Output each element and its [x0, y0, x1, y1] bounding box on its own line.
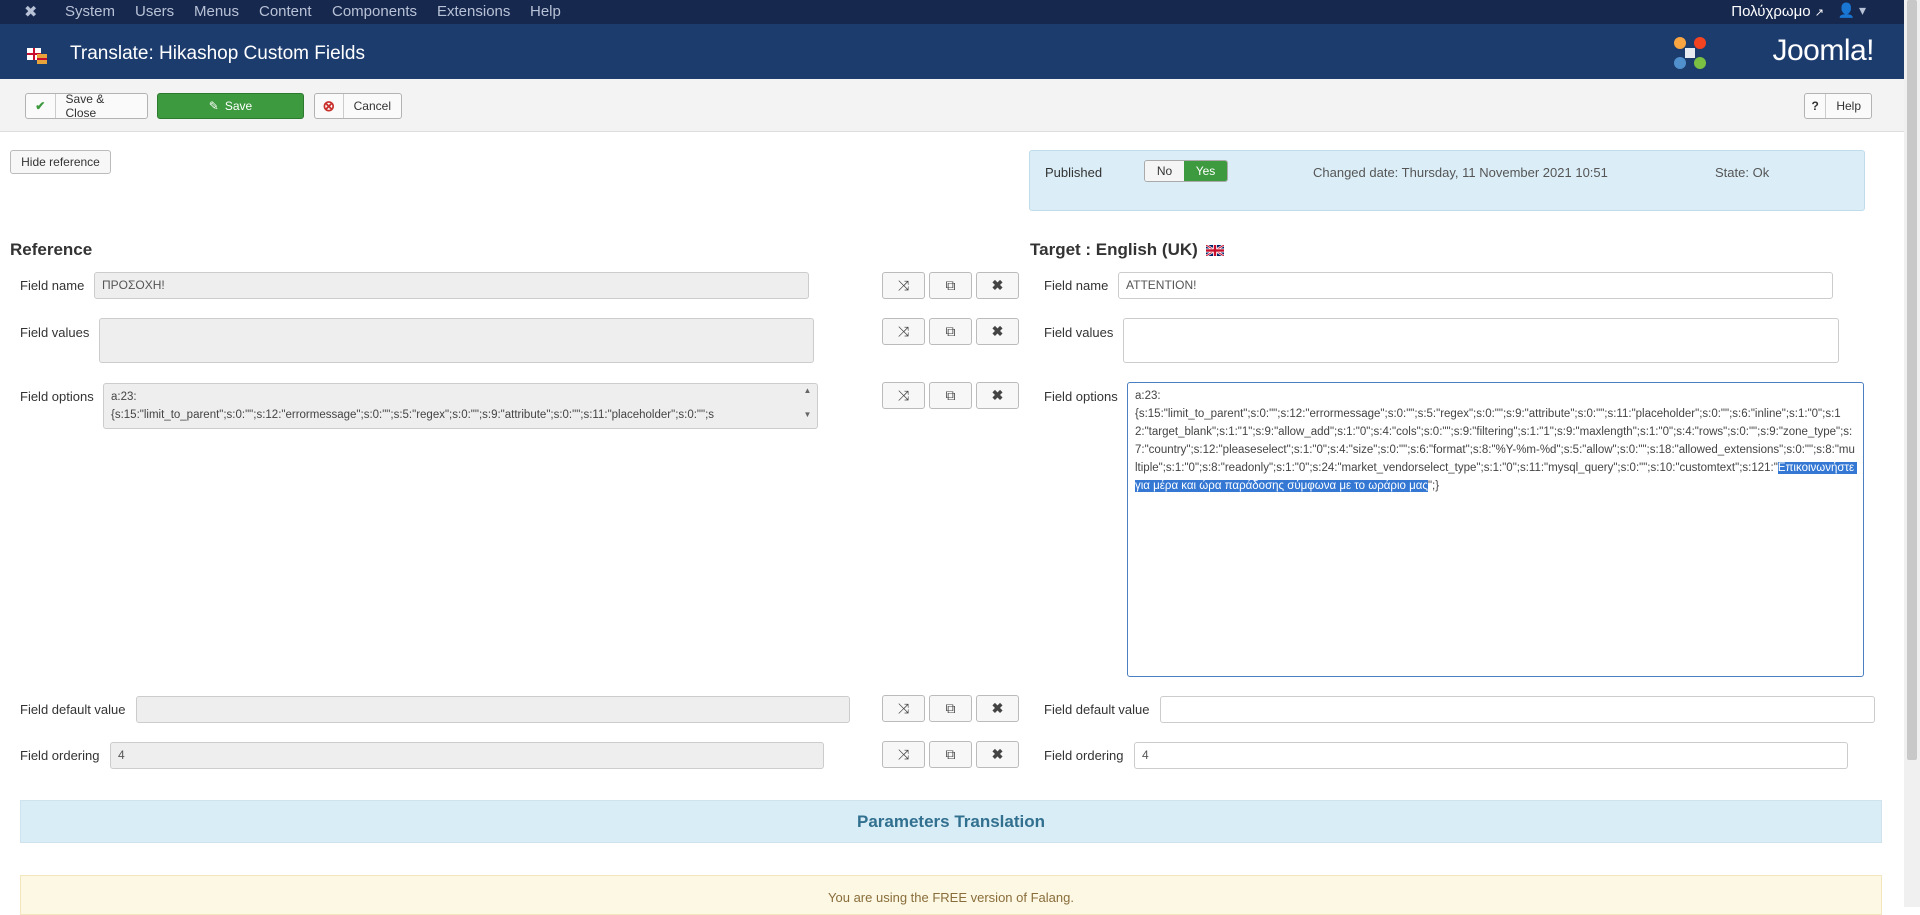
ref-field-values-label: Field values	[20, 325, 90, 340]
copy-icon: ⧉	[945, 387, 956, 403]
help-button[interactable]: ? Help	[1804, 93, 1872, 119]
published-label: Published	[1045, 165, 1103, 180]
save-close-label: Save & Close	[65, 92, 105, 120]
copy-icon: ⧉	[945, 746, 956, 762]
translate-button[interactable]: ⤨	[882, 695, 925, 722]
menu-content[interactable]: Content	[259, 3, 312, 20]
target-field-values-label: Field values	[1044, 325, 1114, 340]
ref-field-ordering-label: Field ordering	[20, 748, 100, 763]
menu-system[interactable]: System	[65, 3, 115, 20]
target-field-values-textarea[interactable]	[1123, 318, 1839, 363]
ref-field-ordering-input: 4	[110, 742, 824, 769]
copy-button[interactable]: ⧉	[929, 382, 972, 409]
site-link[interactable]: Πολύχρωμο ↗	[1731, 3, 1824, 20]
ref-options-scrollbar[interactable]: ▲ ▼	[800, 385, 815, 427]
menu-users[interactable]: Users	[135, 3, 174, 20]
target-field-name-label: Field name	[1044, 278, 1109, 293]
clear-button[interactable]: ✖	[976, 318, 1019, 345]
page-title: Translate: Hikashop Custom Fields	[70, 43, 365, 64]
reference-heading: Reference	[10, 240, 93, 259]
status-panel: Published No Yes Changed date: Thursday,…	[1029, 150, 1865, 211]
x-icon: ✖	[991, 387, 1004, 403]
changed-date: Changed date: Thursday, 11 November 2021…	[1313, 165, 1608, 180]
target-field-default-input[interactable]	[1160, 696, 1875, 723]
cancel-icon: ⊗	[315, 94, 344, 118]
translate-button[interactable]: ⤨	[882, 741, 925, 768]
falang-flag-icon	[25, 44, 49, 66]
x-icon: ✖	[991, 323, 1004, 339]
ref-field-name-label: Field name	[20, 278, 85, 293]
clear-button[interactable]: ✖	[976, 272, 1019, 299]
question-icon: ?	[1805, 94, 1827, 118]
free-version-notice: You are using the FREE version of Falang…	[20, 875, 1882, 915]
save-label: Save	[224, 99, 253, 113]
ref-field-options-label: Field options	[20, 389, 94, 404]
uk-flag-icon	[1204, 243, 1225, 258]
help-label: Help	[1836, 99, 1861, 113]
page-header: Translate: Hikashop Custom Fields Joomla…	[0, 24, 1904, 79]
ref-field-name-input: ΠΡΟΣΟΧΗ!	[94, 272, 809, 299]
target-field-default-label: Field default value	[1044, 702, 1150, 717]
ref-field-values-textarea	[99, 318, 814, 363]
published-toggle[interactable]: No Yes	[1144, 160, 1228, 182]
translate-button[interactable]: ⤨	[882, 318, 925, 345]
copy-icon: ⧉	[945, 277, 956, 293]
edit-icon: ✎	[208, 99, 219, 113]
parameters-translation-heading: Parameters Translation	[20, 800, 1882, 843]
published-no[interactable]: No	[1145, 161, 1185, 181]
cancel-button[interactable]: ⊗ Cancel	[314, 93, 402, 119]
target-field-options-textarea[interactable]: a:23: {s:15:"limit_to_parent";s:0:"";s:1…	[1127, 382, 1864, 677]
shuffle-icon: ⤨	[897, 746, 910, 762]
joomla-logo-icon	[1674, 37, 1706, 69]
external-link-icon: ↗	[1814, 7, 1824, 19]
menu-components[interactable]: Components	[332, 3, 417, 20]
hide-reference-button[interactable]: Hide reference	[10, 150, 111, 174]
page-scrollbar-thumb[interactable]	[1907, 0, 1917, 760]
target-field-options-label: Field options	[1044, 389, 1118, 404]
clear-button[interactable]: ✖	[976, 382, 1019, 409]
shuffle-icon: ⤨	[897, 323, 910, 339]
shuffle-icon: ⤨	[897, 700, 910, 716]
target-field-ordering-label: Field ordering	[1044, 748, 1124, 763]
cancel-label: Cancel	[353, 99, 391, 113]
joomla-logo-text: Joomla!	[1772, 34, 1874, 67]
site-label: Πολύχρωμο	[1731, 3, 1811, 20]
copy-button[interactable]: ⧉	[929, 741, 972, 768]
save-close-button[interactable]: ✔ Save & Close	[25, 92, 148, 120]
copy-button[interactable]: ⧉	[929, 318, 972, 345]
target-heading: Target : English (UK)	[1030, 240, 1225, 260]
target-heading-text: Target : English (UK)	[1030, 240, 1198, 259]
copy-button[interactable]: ⧉	[929, 272, 972, 299]
shuffle-icon: ⤨	[897, 387, 910, 403]
target-options-text: a:23: {s:15:"limit_to_parent";s:0:"";s:1…	[1135, 390, 1855, 474]
state-text: State: Ok	[1715, 165, 1770, 180]
copy-button[interactable]: ⧉	[929, 695, 972, 722]
target-field-name-input[interactable]: ATTENTION!	[1118, 272, 1833, 299]
translate-button[interactable]: ⤨	[882, 272, 925, 299]
ref-field-options-textarea: a:23: {s:15:"limit_to_parent";s:0:"";s:1…	[103, 383, 818, 429]
joomla-menu-icon[interactable]: ✖	[24, 2, 37, 22]
copy-icon: ⧉	[945, 323, 956, 339]
target-options-tail: ";}	[1427, 480, 1440, 492]
check-icon: ✔	[26, 94, 56, 118]
top-navbar: ✖ System Users Menus Content Components …	[0, 0, 1904, 24]
user-icon[interactable]: 👤 ▾	[1838, 2, 1866, 19]
ref-field-default-label: Field default value	[20, 702, 126, 717]
menu-extensions[interactable]: Extensions	[437, 3, 510, 20]
x-icon: ✖	[991, 277, 1004, 293]
shuffle-icon: ⤨	[897, 277, 910, 293]
menu-menus[interactable]: Menus	[194, 3, 239, 20]
published-yes[interactable]: Yes	[1184, 161, 1227, 181]
target-field-ordering-input[interactable]: 4	[1134, 742, 1848, 769]
save-button[interactable]: ✎ Save	[157, 93, 304, 119]
ref-field-default-input	[136, 696, 850, 723]
clear-button[interactable]: ✖	[976, 695, 1019, 722]
translate-button[interactable]: ⤨	[882, 382, 925, 409]
copy-icon: ⧉	[945, 700, 956, 716]
menu-help[interactable]: Help	[530, 3, 561, 20]
x-icon: ✖	[991, 700, 1004, 716]
clear-button[interactable]: ✖	[976, 741, 1019, 768]
x-icon: ✖	[991, 746, 1004, 762]
